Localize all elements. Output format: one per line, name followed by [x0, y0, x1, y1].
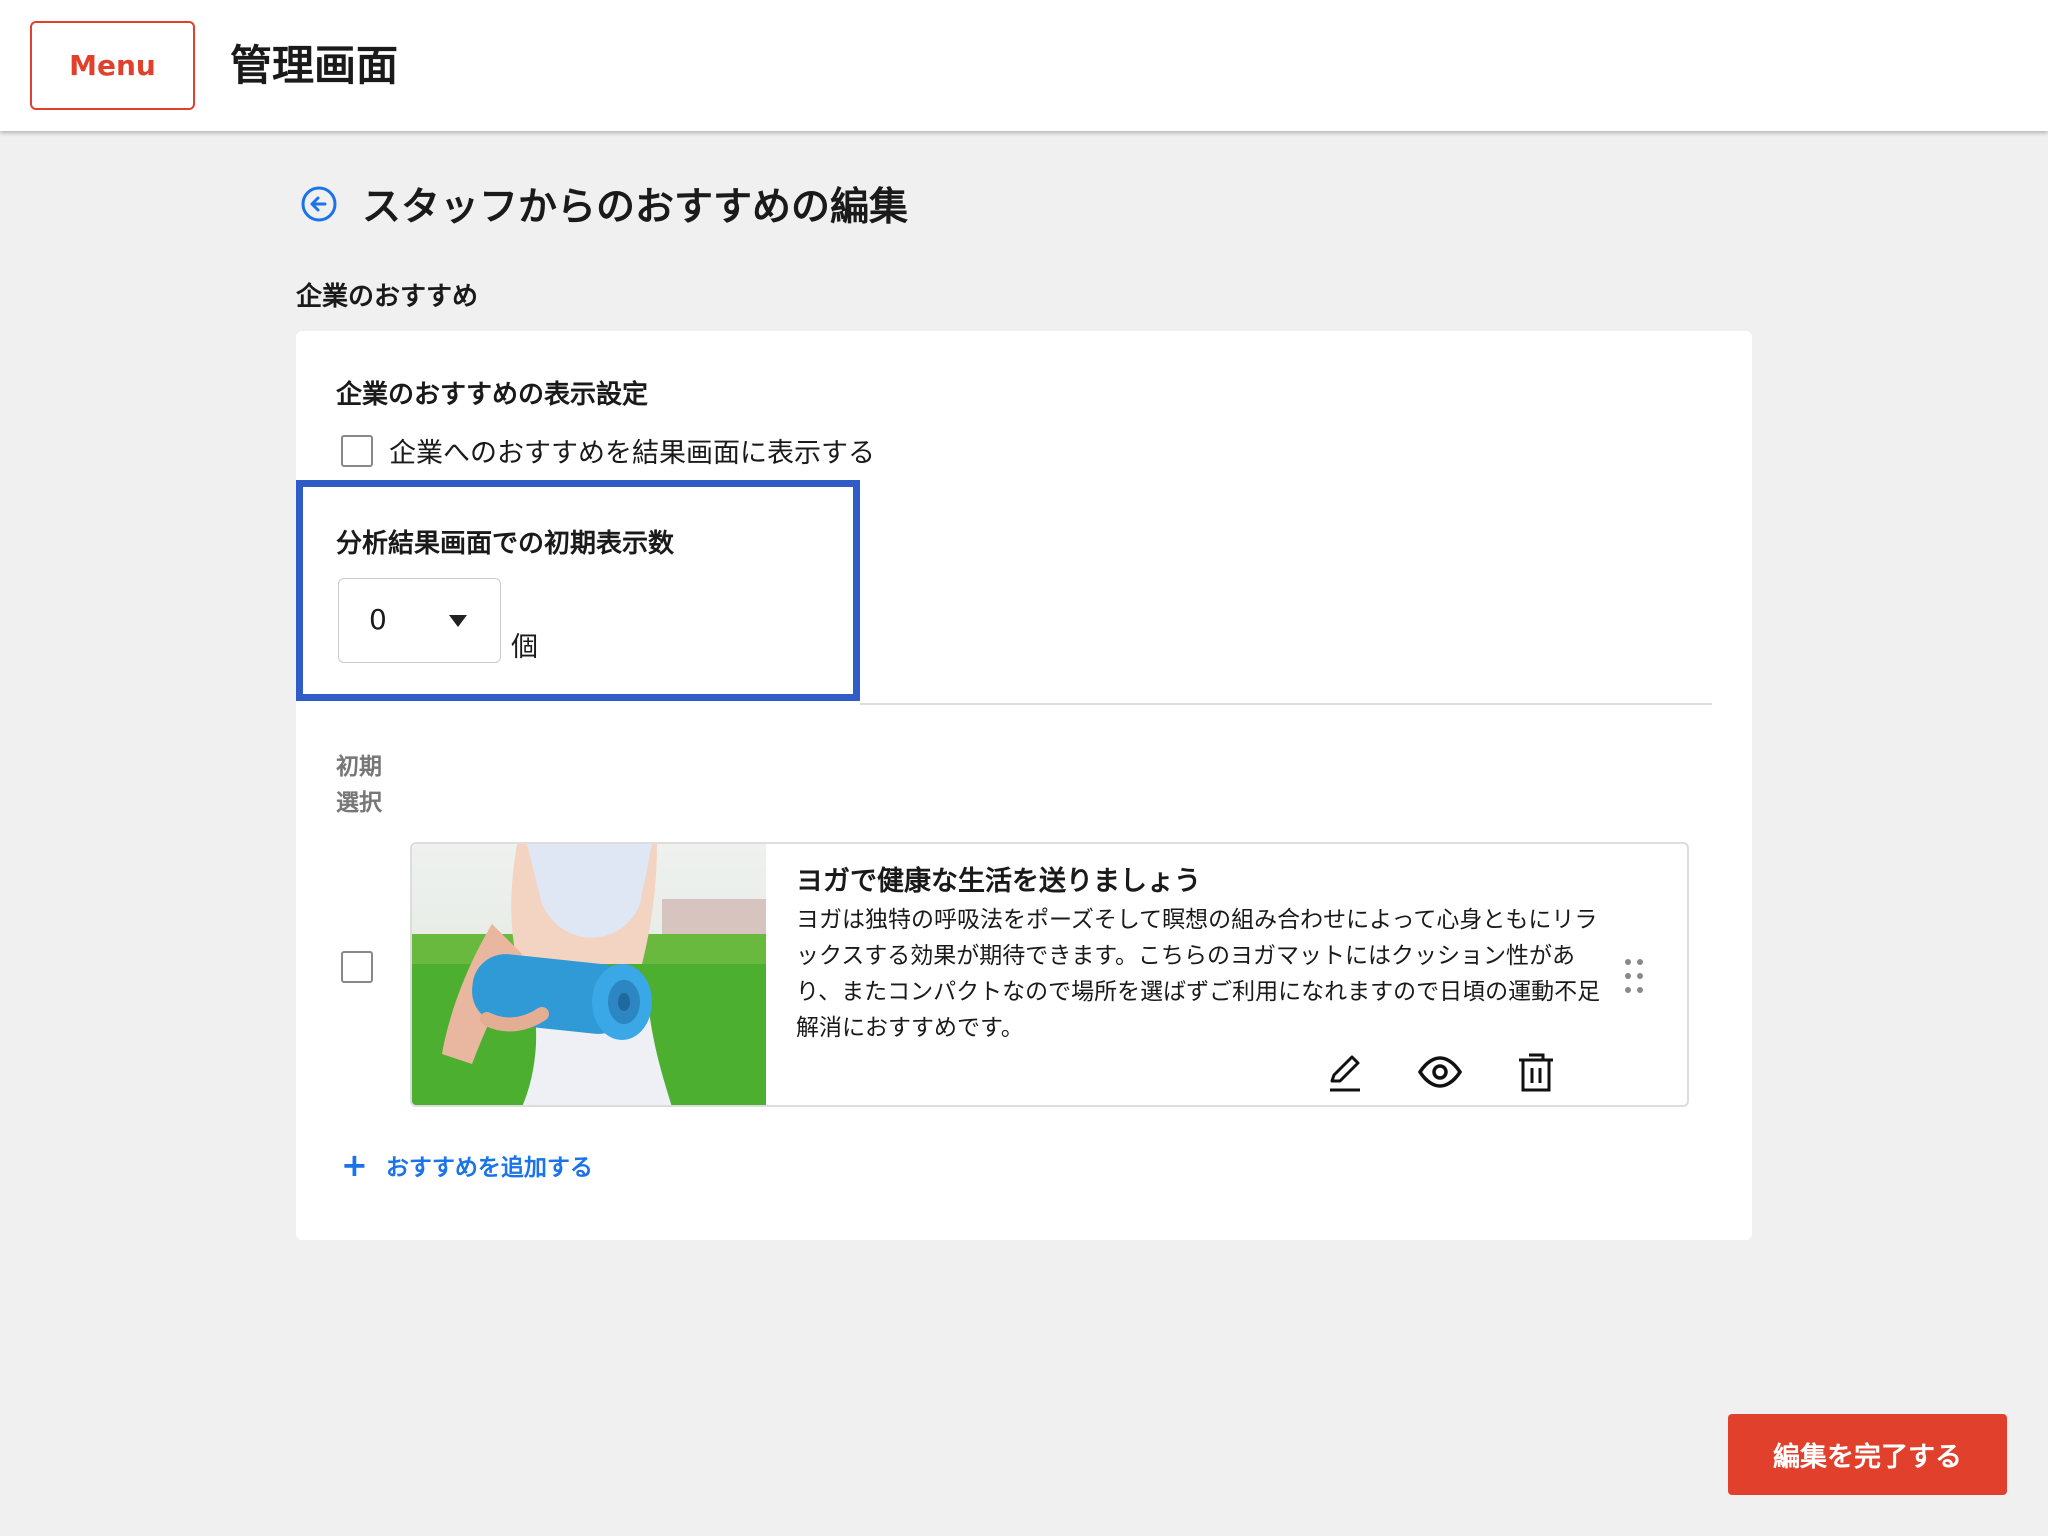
recommendation-item: ヨガで健康な生活を送りましょう ヨガは独特の呼吸法をポーズそして瞑想の組み合わせ… [410, 842, 1689, 1107]
caret-down-icon [449, 615, 467, 627]
page-title: スタッフからのおすすめの編集 [362, 185, 909, 230]
add-recommendation-label[interactable]: おすすめを追加する [386, 1148, 593, 1182]
section-title: 企業のおすすめ [296, 282, 479, 312]
divider [860, 703, 1712, 705]
display-checkbox-row[interactable]: 企業へのおすすめを結果画面に表示する [341, 431, 875, 470]
item-select-checkbox[interactable] [341, 951, 373, 983]
finish-editing-button[interactable]: 編集を完了する [1728, 1414, 2007, 1495]
drag-handle-icon[interactable] [1622, 956, 1646, 996]
menu-button[interactable]: Menu [30, 21, 195, 110]
app-header: Menu 管理画面 [0, 0, 2048, 131]
initial-select-header: 初期選択 [336, 754, 382, 816]
item-image [412, 844, 766, 1105]
eye-icon[interactable] [1417, 1049, 1463, 1095]
add-recommendation-link[interactable]: + おすすめを追加する [341, 1148, 593, 1182]
item-description: ヨガは独特の呼吸法をポーズそして瞑想の組み合わせによって心身ともにリラックスする… [796, 907, 1601, 1041]
recommendation-card: 企業のおすすめの表示設定 企業へのおすすめを結果画面に表示する 分析結果画面での… [296, 331, 1752, 1240]
initial-count-title: 分析結果画面での初期表示数 [336, 529, 675, 559]
count-unit: 個 [511, 632, 538, 663]
initial-count-value: 0 [369, 603, 387, 636]
initial-count-select[interactable]: 0 [338, 578, 501, 663]
plus-icon: + [341, 1146, 368, 1184]
back-arrow-icon[interactable] [300, 185, 338, 223]
app-title: 管理画面 [230, 41, 399, 90]
trash-icon[interactable] [1513, 1049, 1559, 1095]
display-setting-title: 企業のおすすめの表示設定 [336, 380, 649, 410]
page-title-row: スタッフからのおすすめの編集 [300, 176, 908, 232]
display-checkbox-label[interactable]: 企業へのおすすめを結果画面に表示する [389, 431, 875, 470]
display-checkbox[interactable] [341, 434, 373, 467]
edit-pencil-icon[interactable] [1322, 1049, 1368, 1095]
item-title: ヨガで健康な生活を送りましょう [796, 866, 1201, 897]
